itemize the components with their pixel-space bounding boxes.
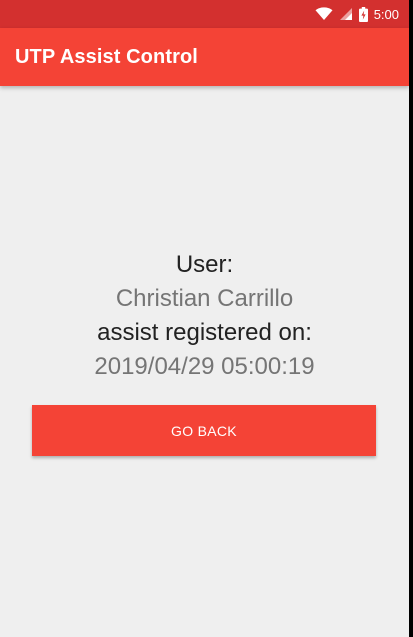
wifi-icon: [315, 7, 333, 21]
user-name: Christian Carrillo: [115, 285, 294, 312]
app-title: UTP Assist Control: [15, 45, 198, 68]
status-bar: 5:00: [0, 0, 409, 28]
user-label: User:: [175, 251, 234, 278]
app-screen: 5:00 UTP Assist Control User: Christian …: [0, 0, 409, 637]
registered-label: assist registered on:: [97, 319, 312, 346]
battery-charging-icon: [358, 6, 368, 22]
go-back-button[interactable]: GO BACK: [32, 405, 376, 456]
screen-edge: [409, 0, 413, 637]
signal-icon: [339, 7, 353, 21]
assist-info: User: Christian Carrillo assist register…: [0, 248, 409, 384]
registered-datetime: 2019/04/29 05:00:19: [94, 353, 315, 380]
app-bar: UTP Assist Control: [0, 28, 409, 86]
status-icons: [315, 6, 368, 22]
status-time: 5:00: [373, 6, 399, 22]
